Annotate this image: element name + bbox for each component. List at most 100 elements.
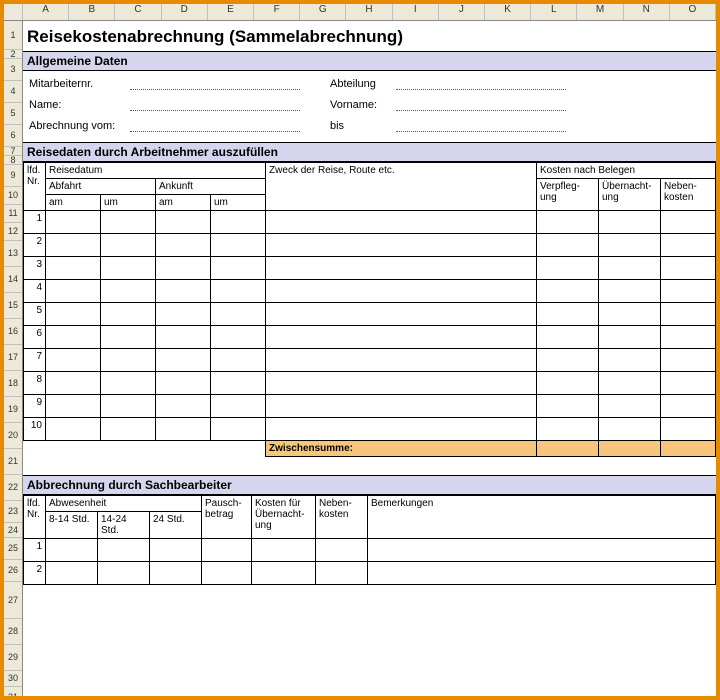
cell-abfahrt-um[interactable]	[101, 326, 156, 349]
cell-abfahrt-am[interactable]	[46, 372, 101, 395]
cell-zweck[interactable]	[266, 349, 537, 372]
col-N[interactable]: N	[624, 4, 670, 20]
cell-bemerk[interactable]	[368, 562, 716, 585]
row-5[interactable]: 5	[4, 103, 22, 125]
cell-nebenkosten[interactable]	[660, 395, 715, 418]
row-8[interactable]: 8	[4, 156, 22, 165]
cell-ankunft-um[interactable]	[211, 418, 266, 441]
cell-24[interactable]	[150, 539, 202, 562]
row-4[interactable]: 4	[4, 81, 22, 103]
cell-neben[interactable]	[316, 539, 368, 562]
row-3[interactable]: 3	[4, 59, 22, 81]
cell-uebernachtung[interactable]	[598, 372, 660, 395]
cell-abfahrt-um[interactable]	[101, 211, 156, 234]
col-K[interactable]: K	[485, 4, 531, 20]
cell-abfahrt-am[interactable]	[46, 234, 101, 257]
row-19[interactable]: 19	[4, 397, 22, 423]
col-G[interactable]: G	[300, 4, 346, 20]
cell-14-24[interactable]	[98, 539, 150, 562]
cell-abfahrt-um[interactable]	[101, 372, 156, 395]
cell-14-24[interactable]	[98, 562, 150, 585]
row-21[interactable]: 21	[4, 449, 22, 475]
cell-kost-ueb[interactable]	[252, 562, 316, 585]
field-name[interactable]	[130, 96, 300, 111]
cell-uebernachtung[interactable]	[598, 326, 660, 349]
row-13[interactable]: 13	[4, 241, 22, 267]
cell-ankunft-um[interactable]	[211, 395, 266, 418]
cell-verpflegung[interactable]	[536, 303, 598, 326]
cell-abfahrt-um[interactable]	[101, 349, 156, 372]
row-2[interactable]: 2	[4, 50, 22, 59]
cell-verpflegung[interactable]	[536, 211, 598, 234]
cell-abfahrt-um[interactable]	[101, 418, 156, 441]
cell-zweck[interactable]	[266, 326, 537, 349]
cell-uebernachtung[interactable]	[598, 303, 660, 326]
cell-bemerk[interactable]	[368, 539, 716, 562]
cell-pausch[interactable]	[202, 539, 252, 562]
cell-uebernachtung[interactable]	[598, 395, 660, 418]
col-M[interactable]: M	[577, 4, 623, 20]
row-23[interactable]: 23	[4, 501, 22, 523]
col-F[interactable]: F	[254, 4, 300, 20]
cell-abfahrt-um[interactable]	[101, 280, 156, 303]
row-25[interactable]: 25	[4, 538, 22, 560]
cell-ankunft-um[interactable]	[211, 211, 266, 234]
cell-ankunft-am[interactable]	[156, 211, 211, 234]
cell-verpflegung[interactable]	[536, 418, 598, 441]
cell-abfahrt-am[interactable]	[46, 303, 101, 326]
row-24[interactable]: 24	[4, 523, 22, 538]
cell-nebenkosten[interactable]	[660, 372, 715, 395]
field-abteilung[interactable]	[396, 75, 566, 90]
cell-neben[interactable]	[316, 562, 368, 585]
row-20[interactable]: 20	[4, 423, 22, 449]
cell-kost-ueb[interactable]	[252, 539, 316, 562]
cell-uebernachtung[interactable]	[598, 234, 660, 257]
cell-24[interactable]	[150, 562, 202, 585]
select-all-cell[interactable]	[4, 4, 23, 20]
row-10[interactable]: 10	[4, 187, 22, 205]
cell-nebenkosten[interactable]	[660, 257, 715, 280]
cell-pausch[interactable]	[202, 562, 252, 585]
row-29[interactable]: 29	[4, 645, 22, 671]
cell-ankunft-am[interactable]	[156, 326, 211, 349]
col-C[interactable]: C	[115, 4, 161, 20]
cell-zweck[interactable]	[266, 211, 537, 234]
cell-ankunft-am[interactable]	[156, 257, 211, 280]
col-B[interactable]: B	[69, 4, 115, 20]
row-30[interactable]: 30	[4, 671, 22, 687]
cell-nebenkosten[interactable]	[660, 234, 715, 257]
cell-ankunft-um[interactable]	[211, 349, 266, 372]
cell-abfahrt-am[interactable]	[46, 257, 101, 280]
cell-abfahrt-um[interactable]	[101, 234, 156, 257]
cell-nebenkosten[interactable]	[660, 418, 715, 441]
field-mitarbeiternr[interactable]	[130, 75, 300, 90]
cell-verpflegung[interactable]	[536, 326, 598, 349]
cell-ankunft-um[interactable]	[211, 257, 266, 280]
cell-zweck[interactable]	[266, 257, 537, 280]
row-27[interactable]: 27	[4, 582, 22, 619]
cell-nebenkosten[interactable]	[660, 349, 715, 372]
cell-uebernachtung[interactable]	[598, 280, 660, 303]
row-31[interactable]: 31	[4, 687, 22, 696]
row-26[interactable]: 26	[4, 560, 22, 582]
cell-abfahrt-am[interactable]	[46, 395, 101, 418]
cell-zweck[interactable]	[266, 234, 537, 257]
cell-verpflegung[interactable]	[536, 280, 598, 303]
cell-verpflegung[interactable]	[536, 349, 598, 372]
cell-zweck[interactable]	[266, 418, 537, 441]
row-9[interactable]: 9	[4, 165, 22, 187]
cell-nebenkosten[interactable]	[660, 211, 715, 234]
field-vorname[interactable]	[396, 96, 566, 111]
row-16[interactable]: 16	[4, 319, 22, 345]
cell-zweck[interactable]	[266, 395, 537, 418]
row-28[interactable]: 28	[4, 619, 22, 645]
cell-abfahrt-am[interactable]	[46, 211, 101, 234]
row-1[interactable]: 1	[4, 21, 22, 50]
cell-ankunft-am[interactable]	[156, 280, 211, 303]
row-12[interactable]: 12	[4, 223, 22, 241]
cell-verpflegung[interactable]	[536, 395, 598, 418]
row-15[interactable]: 15	[4, 293, 22, 319]
cell-zweck[interactable]	[266, 372, 537, 395]
cell-zweck[interactable]	[266, 280, 537, 303]
field-abrechnung-vom[interactable]	[130, 117, 300, 132]
